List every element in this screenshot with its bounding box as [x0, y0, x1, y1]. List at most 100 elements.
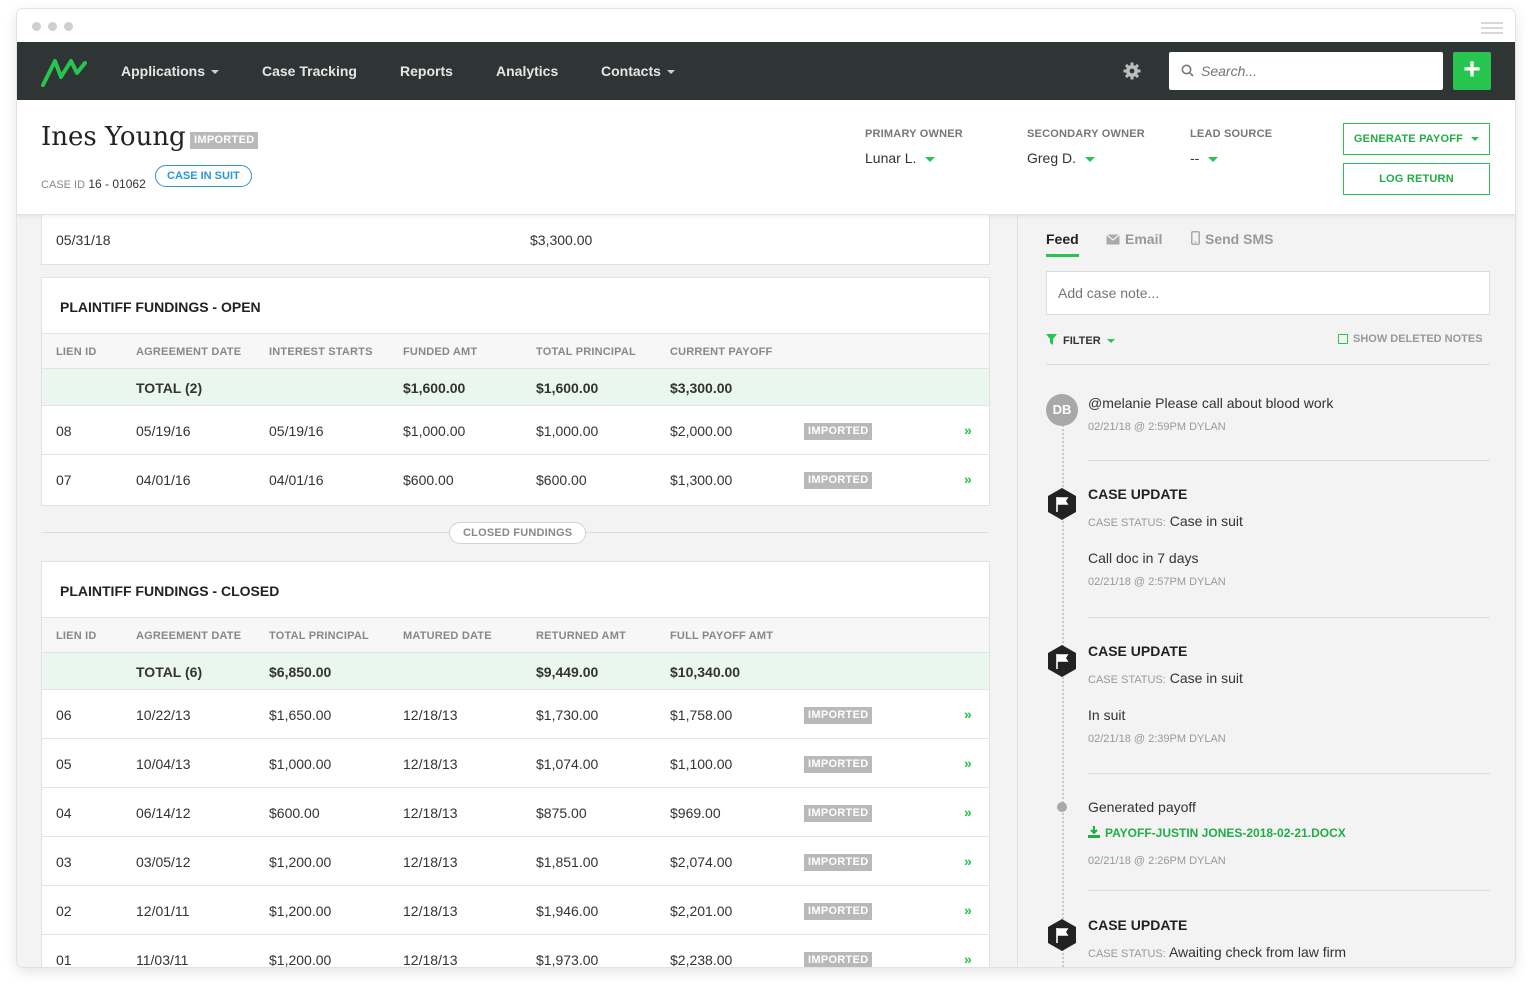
top-nav: Applications Case Tracking Reports Analy…: [17, 42, 1515, 100]
payoff-doc-link[interactable]: PAYOFF-JUSTIN JONES-2018-02-21.DOCX: [1088, 824, 1488, 842]
table-row[interactable]: 03 03/05/12 $1,200.00 12/18/13 $1,851.00 $2,0…: [42, 836, 989, 886]
window-dot-icon: [32, 22, 41, 31]
status-value: Case in suit: [1169, 513, 1243, 529]
log-return-button[interactable]: LOG RETURN: [1343, 163, 1490, 195]
feed-item-payoff: Generated payoff PAYOFF-JUSTIN JONES-201…: [1088, 799, 1488, 867]
row-arrow-icon[interactable]: »: [964, 471, 972, 487]
hamburger-icon[interactable]: [1481, 22, 1503, 37]
feed-title: CASE UPDATE: [1088, 486, 1188, 502]
tab-feed[interactable]: Feed: [1046, 231, 1079, 247]
case-note-input[interactable]: [1058, 272, 1478, 314]
column-header: FUNDED AMT: [403, 346, 478, 358]
feed-divider: [1046, 364, 1490, 365]
total-principal: $600.00: [269, 805, 320, 821]
lien-id: 06: [56, 707, 72, 723]
returned-amt: $1,946.00: [536, 903, 599, 919]
window-chrome: [17, 9, 1515, 42]
feed-divider: [1088, 773, 1490, 774]
matured-date: 12/18/13: [403, 854, 458, 870]
table-header: LIEN ID AGREEMENT DATE INTEREST STARTS F…: [42, 333, 989, 369]
row-arrow-icon[interactable]: »: [964, 755, 972, 771]
filter-label: FILTER: [1063, 335, 1101, 347]
total-principal: $6,850.00: [269, 664, 332, 680]
row-arrow-icon[interactable]: »: [964, 853, 972, 869]
gear-icon[interactable]: [1123, 62, 1141, 80]
window-dot-icon: [64, 22, 73, 31]
table-row[interactable]: 07 04/01/16 04/01/16 $600.00 $600.00 $1,…: [42, 454, 989, 504]
show-deleted-notes-toggle[interactable]: SHOW DELETED NOTES: [1338, 333, 1483, 345]
status-label: CASE STATUS:: [1088, 948, 1166, 960]
matured-date: 12/18/13: [403, 952, 458, 967]
active-tab-indicator: [1046, 254, 1079, 257]
returned-amt: $1,730.00: [536, 707, 599, 723]
tab-send-sms[interactable]: Send SMS: [1191, 231, 1273, 247]
total-row: TOTAL (2) $1,600.00 $1,600.00 $3,300.00: [42, 368, 989, 406]
secondary-owner-label: SECONDARY OWNER: [1027, 128, 1145, 140]
column-header: AGREEMENT DATE: [136, 630, 242, 642]
closed-fundings-toggle[interactable]: CLOSED FUNDINGS: [449, 522, 587, 544]
table-row[interactable]: 01 11/03/11 $1,200.00 12/18/13 $1,973.00 $2,2…: [42, 934, 989, 967]
closed-fundings-panel: PLAINTIFF FUNDINGS - CLOSED LIEN ID AGRE…: [41, 561, 990, 967]
lien-id: 03: [56, 854, 72, 870]
payoff-amount: $3,300.00: [530, 232, 593, 248]
row-arrow-icon[interactable]: »: [964, 804, 972, 820]
caret-down-icon: [666, 70, 675, 75]
filter-dropdown[interactable]: FILTER: [1046, 334, 1115, 347]
total-principal: $600.00: [536, 472, 587, 488]
nav-case-tracking[interactable]: Case Tracking: [262, 42, 357, 100]
total-row: TOTAL (6) $6,850.00 $9,449.00 $10,340.00: [42, 652, 989, 690]
add-button[interactable]: +: [1453, 52, 1491, 90]
column-header: RETURNED AMT: [536, 630, 626, 642]
open-fundings-panel: PLAINTIFF FUNDINGS - OPEN LIEN ID AGREEM…: [41, 277, 990, 506]
secondary-owner-value: Greg D.: [1027, 150, 1077, 166]
payoff-history-panel: 05/31/18 $3,300.00: [41, 214, 990, 265]
feed-meta: 02/21/18 @ 2:59PM DYLAN: [1088, 421, 1226, 433]
feed-meta: 02/21/18 @ 2:26PM DYLAN: [1088, 855, 1226, 867]
lead-source-value: --: [1190, 150, 1200, 166]
row-arrow-icon[interactable]: »: [964, 951, 972, 967]
search-input[interactable]: [1201, 52, 1431, 90]
lien-id: 01: [56, 952, 72, 967]
funded-amt: $1,000.00: [403, 423, 466, 439]
feed-divider: [1088, 890, 1490, 891]
logo-icon[interactable]: [41, 55, 87, 87]
nav-reports[interactable]: Reports: [400, 42, 453, 100]
agreement-date: 12/01/11: [136, 903, 190, 919]
returned-amt: $1,973.00: [536, 952, 599, 967]
row-arrow-icon[interactable]: »: [964, 706, 972, 722]
case-id: CASE ID 16 - 01062: [41, 177, 146, 191]
tab-email[interactable]: Email: [1106, 231, 1162, 247]
nav-label: Analytics: [496, 63, 559, 79]
row-arrow-icon[interactable]: »: [964, 902, 972, 918]
case-status-pill[interactable]: CASE IN SUIT: [155, 165, 252, 187]
nav-applications[interactable]: Applications: [121, 42, 220, 100]
caret-down-icon: [1106, 339, 1115, 344]
column-header: MATURED DATE: [403, 630, 492, 642]
interest-starts: 05/19/16: [269, 423, 324, 439]
caret-down-icon: [925, 156, 936, 162]
table-row[interactable]: 04 06/14/12 $600.00 12/18/13 $875.00 $969.00 I…: [42, 787, 989, 837]
table-row[interactable]: 05 10/04/13 $1,000.00 12/18/13 $1,074.00 $1,1…: [42, 738, 989, 788]
feed-title: CASE UPDATE: [1088, 643, 1188, 659]
table-row[interactable]: 08 05/19/16 05/19/16 $1,000.00 $1,000.00…: [42, 405, 989, 455]
secondary-owner[interactable]: SECONDARY OWNER Greg D.: [1027, 128, 1145, 166]
table-row[interactable]: 02 12/01/11 $1,200.00 12/18/13 $1,946.00 $2,2…: [42, 885, 989, 935]
nav-analytics[interactable]: Analytics: [496, 42, 558, 100]
imported-badge: IMPORTED: [804, 903, 873, 920]
lead-source[interactable]: LEAD SOURCE --: [1190, 128, 1272, 166]
current-payoff: $1,300.00: [670, 472, 733, 488]
payoff-date: 05/31/18: [56, 232, 111, 248]
download-icon: [1088, 826, 1100, 838]
nav-contacts[interactable]: Contacts: [601, 42, 675, 100]
open-fundings-title: PLAINTIFF FUNDINGS - OPEN: [60, 299, 261, 315]
status-label: CASE STATUS:: [1088, 517, 1166, 529]
primary-owner[interactable]: PRIMARY OWNER Lunar L.: [865, 128, 963, 166]
table-row[interactable]: 06 10/22/13 $1,650.00 12/18/13 $1,730.00 $1,7…: [42, 689, 989, 739]
row-arrow-icon[interactable]: »: [964, 422, 972, 438]
flag-icon: [1048, 488, 1076, 520]
generate-payoff-button[interactable]: GENERATE PAYOFF: [1343, 123, 1490, 155]
returned-amt: $1,851.00: [536, 854, 599, 870]
lien-id: 08: [56, 423, 72, 439]
feed-divider: [1088, 460, 1490, 461]
app-window: Applications Case Tracking Reports Analy…: [17, 9, 1515, 967]
